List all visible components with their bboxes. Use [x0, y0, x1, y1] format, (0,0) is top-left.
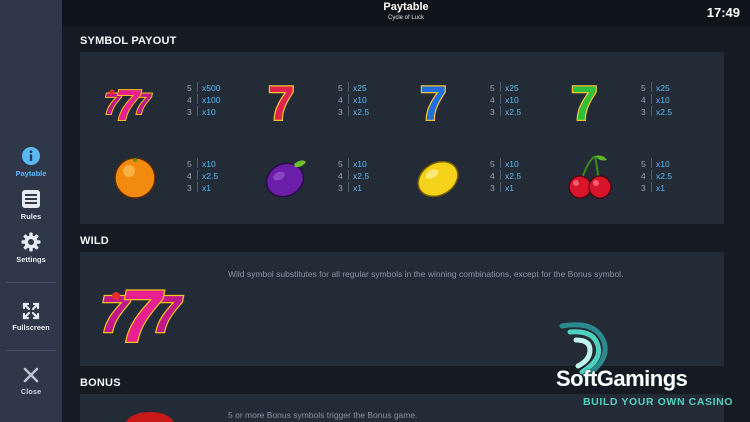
payout-list: 5 x10 4 x2.5 3 x1 [338, 158, 370, 193]
svg-text:7: 7 [115, 81, 142, 124]
payout-list: 5 x10 4 x2.5 3 x1 [641, 158, 673, 193]
clock: 17:49 [706, 5, 740, 20]
game-subtitle: Cycle of Luck [387, 15, 424, 21]
svg-text:7: 7 [268, 78, 295, 124]
symbol-payout-panel: 7 7 7 5 x500 4 x100 3 x10 7 5 x25 4 x10 3 x2.5… [80, 52, 724, 224]
nav-paytable-label: Paytable [15, 169, 47, 178]
svg-text:7: 7 [420, 78, 447, 124]
lemon-symbol [417, 160, 459, 198]
page-title: Paytable [383, 1, 429, 13]
orange-symbol [114, 157, 156, 199]
green-seven-symbol: 7 [570, 77, 599, 124]
payout-list: 5 x25 4 x10 3 x2.5 [490, 82, 522, 117]
gear-icon [21, 232, 41, 252]
plum-symbol [265, 160, 306, 198]
list-icon [22, 190, 40, 208]
watermark-brand: SoftGamings [556, 366, 688, 391]
nav-fullscreen-label: Fullscreen [12, 323, 50, 332]
nav-fullscreen[interactable]: Fullscreen [0, 302, 62, 332]
bonus-symbol [126, 412, 174, 422]
nav-divider [6, 350, 56, 351]
payout-list: 5 x25 4 x10 3 x2.5 [338, 82, 370, 117]
red-seven-symbol: 7 [267, 77, 296, 124]
title-block: Paytable Cycle of Luck [62, 1, 750, 22]
nav-settings[interactable]: Settings [0, 232, 62, 264]
top-bar: Paytable Cycle of Luck 17:49 [62, 0, 750, 26]
section-title-symbol-payout: SYMBOL PAYOUT [80, 35, 177, 47]
fullscreen-icon [22, 302, 40, 320]
nav-settings-label: Settings [16, 255, 46, 264]
sidebar: Paytable Rules Settings Fullscreen Close [0, 0, 62, 422]
blue-seven-symbol: 7 [419, 77, 448, 124]
info-icon [22, 147, 40, 165]
payout-list: 5 x10 4 x2.5 3 x1 [187, 158, 219, 193]
nav-rules[interactable]: Rules [0, 189, 62, 221]
section-title-bonus: BONUS [80, 377, 121, 389]
payout-list: 5 x25 4 x10 3 x2.5 [641, 82, 673, 117]
cherries-symbol [568, 155, 612, 199]
nav-close-label: Close [20, 387, 42, 396]
softgamings-watermark: SoftGamings BUILD YOUR OWN CASINO [556, 320, 746, 412]
watermark-tagline: BUILD YOUR OWN CASINO [583, 396, 734, 408]
svg-text:7: 7 [571, 78, 598, 124]
payout-list: 5 x500 4 x100 3 x10 [187, 82, 221, 117]
payout-list: 5 x10 4 x2.5 3 x1 [490, 158, 522, 193]
nav-paytable[interactable]: Paytable [0, 146, 62, 178]
wild-symbol: 7 7 7 [99, 274, 185, 348]
nav-rules-label: Rules [20, 212, 42, 221]
triple-seven-symbol: 7 7 7 [103, 80, 153, 124]
nav-close[interactable]: Close [0, 366, 62, 396]
section-title-wild: WILD [80, 235, 109, 247]
close-icon [23, 367, 39, 383]
wild-description: Wild symbol substitutes for all regular … [228, 269, 624, 279]
nav-divider [6, 282, 56, 283]
svg-text:7: 7 [120, 275, 165, 348]
